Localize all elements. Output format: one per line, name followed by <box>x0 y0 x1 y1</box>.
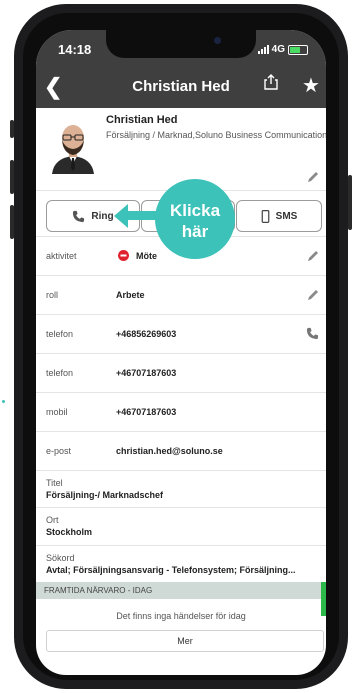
callout-line-2: här <box>181 222 209 241</box>
volume-button <box>10 120 14 138</box>
sms-button[interactable]: SMS <box>236 200 322 232</box>
share-icon[interactable] <box>264 74 278 90</box>
volume-up-button <box>10 160 14 194</box>
no-events-text: Det finns inga händelser för idag <box>116 611 246 621</box>
keywords-row: Sökord Avtal; Försäljningsansvarig - Tel… <box>36 546 326 581</box>
mobile-phone-icon <box>261 209 270 223</box>
camera-icon <box>214 37 221 44</box>
row-value: +46707187603 <box>116 407 177 417</box>
sms-button-label: SMS <box>275 210 298 222</box>
field-label: Ort <box>46 515 59 525</box>
row-label: roll <box>46 290 59 300</box>
signal-icon <box>257 45 269 54</box>
title-row: Titel Försäljning-/ Marknadschef <box>36 471 326 508</box>
callout-line-1: Klicka <box>169 201 221 220</box>
top-bar: 14:18 4G ❮ Christian Hed ★ <box>36 30 326 108</box>
presence-header-label: FRAMTIDA NÄRVARO - IDAG <box>44 586 153 595</box>
status-time: 14:18 <box>58 42 92 57</box>
phone-icon <box>73 210 85 222</box>
edit-pencil-icon[interactable] <box>306 288 320 302</box>
edit-pencil-icon[interactable] <box>306 249 320 263</box>
field-value: Försäljning-/ Marknadschef <box>46 490 164 500</box>
row-value: +46856269603 <box>116 329 177 339</box>
volume-down-button <box>10 205 14 239</box>
callout-arrowhead <box>114 204 128 228</box>
row-value: Möte <box>136 251 157 261</box>
row-value: Arbete <box>116 290 145 300</box>
row-label: e-post <box>46 446 72 456</box>
call-button-label: Ring <box>91 210 114 222</box>
screen: 14:18 4G ❮ Christian Hed ★ Christian Hed… <box>36 30 326 675</box>
phone-row[interactable]: telefon +46856269603 <box>36 315 326 354</box>
field-label: Titel <box>46 478 63 488</box>
power-button <box>348 175 352 230</box>
profile-header: Christian Hed Försäljning / Marknad,Solu… <box>36 108 326 191</box>
city-row: Ort Stockholm <box>36 508 326 546</box>
callout-arrow <box>124 211 158 220</box>
row-value: +46707187603 <box>116 368 177 378</box>
status-indicators: 4G <box>257 44 308 55</box>
row-value: christian.hed@soluno.se <box>116 446 223 456</box>
page-title: Christian Hed <box>132 78 230 95</box>
busy-status-icon <box>118 250 129 261</box>
row-label: telefon <box>46 329 74 339</box>
edit-pencil-icon[interactable] <box>306 170 320 184</box>
field-value: Avtal; Försäljningsansvarig - Telefonsys… <box>46 565 296 575</box>
row-label: telefon <box>46 368 74 378</box>
mobile-row[interactable]: mobil +46707187603 <box>36 393 326 432</box>
field-value: Stockholm <box>46 527 93 537</box>
field-label: Sökord <box>46 553 75 563</box>
edge-mark <box>2 400 5 403</box>
phone-row[interactable]: telefon +46707187603 <box>36 354 326 393</box>
network-type: 4G <box>271 44 285 55</box>
role-row[interactable]: roll Arbete <box>36 276 326 315</box>
notch <box>106 30 256 58</box>
battery-icon <box>288 44 308 55</box>
email-row[interactable]: e-post christian.hed@soluno.se <box>36 432 326 471</box>
row-label: mobil <box>46 407 68 417</box>
more-button[interactable]: Mer <box>46 630 324 652</box>
click-here-callout: Klicka här <box>155 179 235 259</box>
presence-header: FRAMTIDA NÄRVARO - IDAG <box>36 582 326 599</box>
avatar <box>52 125 94 174</box>
contact-name: Christian Hed <box>106 114 178 126</box>
phone-icon[interactable] <box>306 327 319 340</box>
favorite-star-icon[interactable]: ★ <box>302 73 320 98</box>
contact-role: Försäljning / Marknad,Soluno Business Co… <box>106 130 326 140</box>
row-label: aktivitet <box>46 251 77 261</box>
